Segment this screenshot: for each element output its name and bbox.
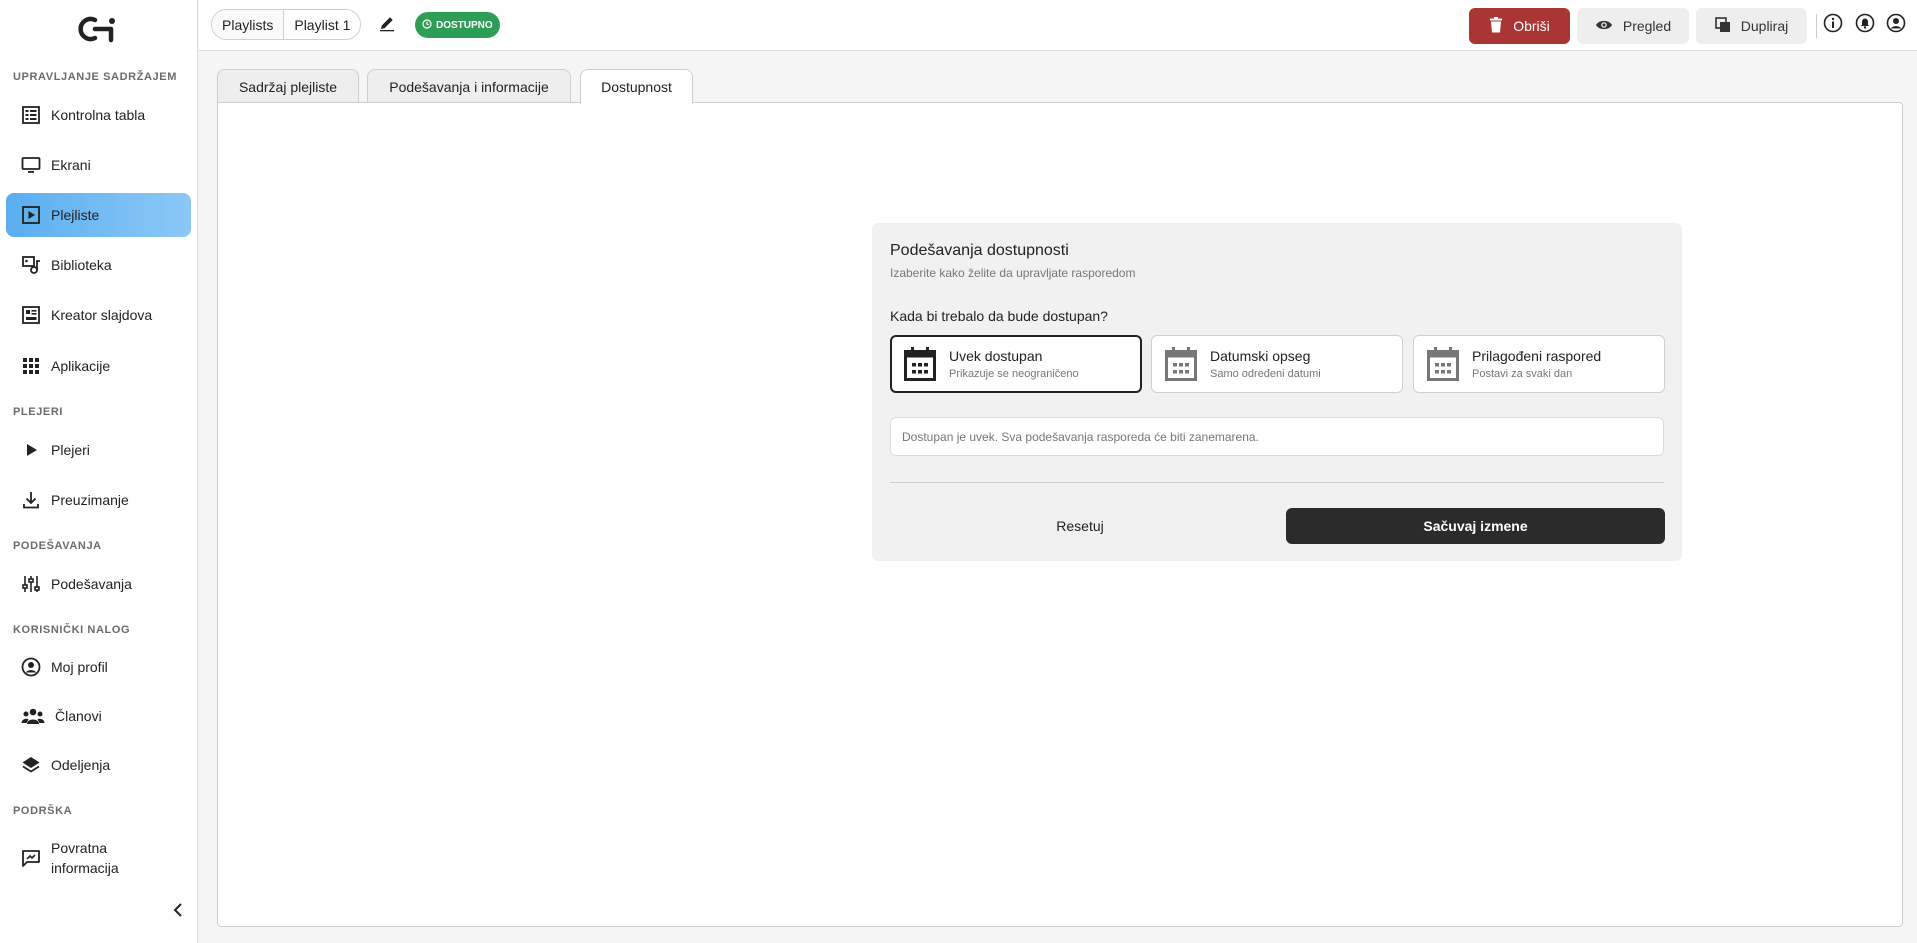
option-custom-schedule[interactable]: Prilagođeni raspored Postavi za svaki da… [1413,335,1665,393]
members-icon [21,706,45,726]
option-title: Datumski opseg [1210,347,1311,364]
availability-info: Dostupan je uvek. Sva podešavanja raspor… [890,417,1664,456]
eye-icon [1595,18,1613,34]
trash-icon [1489,16,1503,36]
edit-name-button[interactable] [375,13,399,37]
sidebar-item-dashboard[interactable]: Kontrolna tabla [6,93,191,137]
delete-label: Obriši [1513,18,1550,34]
sidebar-item-label: Plejeri [51,442,90,458]
availability-question: Kada bi trebalo da bude dostupan? [890,308,1108,324]
status-badge: DOSTUPNO [415,12,500,38]
sidebar-item-label: Povratna informacija [51,840,119,876]
card-title: Podešavanja dostupnosti [890,242,1069,259]
section-title-support: PODRŠKA [13,805,73,817]
layers-icon [21,755,41,775]
sidebar-item-slide-creator[interactable]: Kreator slajdova [6,293,191,337]
option-date-range[interactable]: Datumski opseg Samo određeni datumi [1151,335,1403,393]
calendar-icon [1164,346,1198,382]
option-description: Postavi za svaki dan [1472,367,1573,380]
app-logo[interactable] [75,15,123,43]
sidebar-item-library[interactable]: Biblioteka [6,243,191,287]
breadcrumb-playlists[interactable]: Playlists [212,10,285,39]
section-title-settings: PODEŠAVANJA [13,540,102,552]
section-title-players: PLEJERI [13,406,64,418]
bell-icon [1855,13,1875,38]
tab-playlist-content[interactable]: Sadržaj plejliste [217,69,359,103]
apps-grid-icon [21,356,41,376]
sidebar-item-label: Plejliste [51,207,100,223]
sidebar-item-screens[interactable]: Ekrani [6,143,191,187]
pencil-icon [378,14,396,37]
option-description: Prikazuje se neograničeno [949,367,1079,380]
section-title-account: KORISNIČKI NALOG [13,624,131,636]
dashboard-icon [21,105,41,125]
play-icon [21,440,41,460]
calendar-icon [903,346,937,382]
sidebar-item-label: Podešavanja [51,576,132,592]
clock-icon [422,18,432,32]
playlist-icon [21,205,41,225]
sidebar-item-departments[interactable]: Odeljenja [6,743,191,787]
sidebar-item-label: Kontrolna tabla [51,107,146,123]
duplicate-label: Dupliraj [1740,18,1789,34]
delete-button[interactable]: Obriši [1469,8,1570,44]
feedback-icon [21,848,41,868]
sidebar-item-playlists[interactable]: Plejliste [6,193,191,237]
breadcrumb: Playlists Playlist 1 [211,9,362,40]
copy-icon [1714,16,1731,36]
sidebar-item-settings[interactable]: Podešavanja [6,562,191,606]
preview-label: Pregled [1622,18,1672,34]
section-title-content: UPRAVLJANJE SADRŽAJEM [13,71,177,83]
sidebar-item-label: Biblioteka [51,257,112,273]
profile-icon [21,657,41,677]
media-library-icon [21,255,41,275]
save-changes-button[interactable]: Sačuvaj izmene [1286,508,1665,544]
sidebar-item-members[interactable]: Članovi [6,694,191,738]
header-divider [1816,14,1817,38]
reset-button[interactable]: Resetuj [890,508,1270,544]
option-title: Uvek dostupan [949,347,1043,364]
sidebar: UPRAVLJANJE SADRŽAJEM Kontrolna tabla Ek… [0,0,198,943]
collapse-sidebar-button[interactable] [168,900,188,924]
download-icon [21,490,41,510]
user-icon [1886,13,1906,38]
tab-availability[interactable]: Dostupnost [580,69,693,104]
sidebar-item-label: Kreator slajdova [51,307,153,323]
sidebar-item-label: Ekrani [51,157,91,173]
notifications-button[interactable] [1854,13,1876,38]
sidebar-item-label: Preuzimanje [51,492,129,508]
tab-settings-info[interactable]: Podešavanja i informacije [367,69,571,103]
chevron-left-icon [172,902,184,923]
sidebar-item-feedback[interactable]: Povratna informacija [6,834,191,882]
info-button[interactable] [1822,13,1844,38]
sidebar-item-label: Članovi [55,708,102,724]
card-subtitle: Izaberite kako želite da upravljate rasp… [890,266,1136,280]
preview-button[interactable]: Pregled [1577,8,1689,44]
duplicate-button[interactable]: Dupliraj [1696,8,1807,44]
sliders-icon [21,574,41,594]
top-header: Playlists Playlist 1 DOSTUPNO Obriši Pre… [199,0,1917,51]
sidebar-item-profile[interactable]: Moj profil [6,645,191,689]
info-icon [1823,13,1843,38]
sidebar-item-apps[interactable]: Aplikacije [6,344,191,388]
breadcrumb-current: Playlist 1 [294,16,351,33]
card-divider [890,482,1664,483]
option-description: Samo određeni datumi [1210,367,1321,380]
sidebar-item-download[interactable]: Preuzimanje [6,478,191,522]
option-always-available[interactable]: Uvek dostupan Prikazuje se neograničeno [890,335,1142,393]
monitor-icon [21,155,41,175]
tab-panel: Podešavanja dostupnosti Izaberite kako ž… [217,102,1903,927]
sidebar-item-label: Aplikacije [51,358,111,374]
sidebar-item-label: Odeljenja [51,757,111,773]
option-title: Prilagođeni raspored [1472,347,1602,364]
sidebar-item-label: Moj profil [51,659,108,675]
availability-card: Podešavanja dostupnosti Izaberite kako ž… [872,223,1682,561]
calendar-icon [1426,346,1460,382]
account-button[interactable] [1885,13,1907,38]
status-text: DOSTUPNO [436,19,493,31]
sidebar-item-players[interactable]: Plejeri [6,428,191,472]
slide-creator-icon [21,305,41,325]
